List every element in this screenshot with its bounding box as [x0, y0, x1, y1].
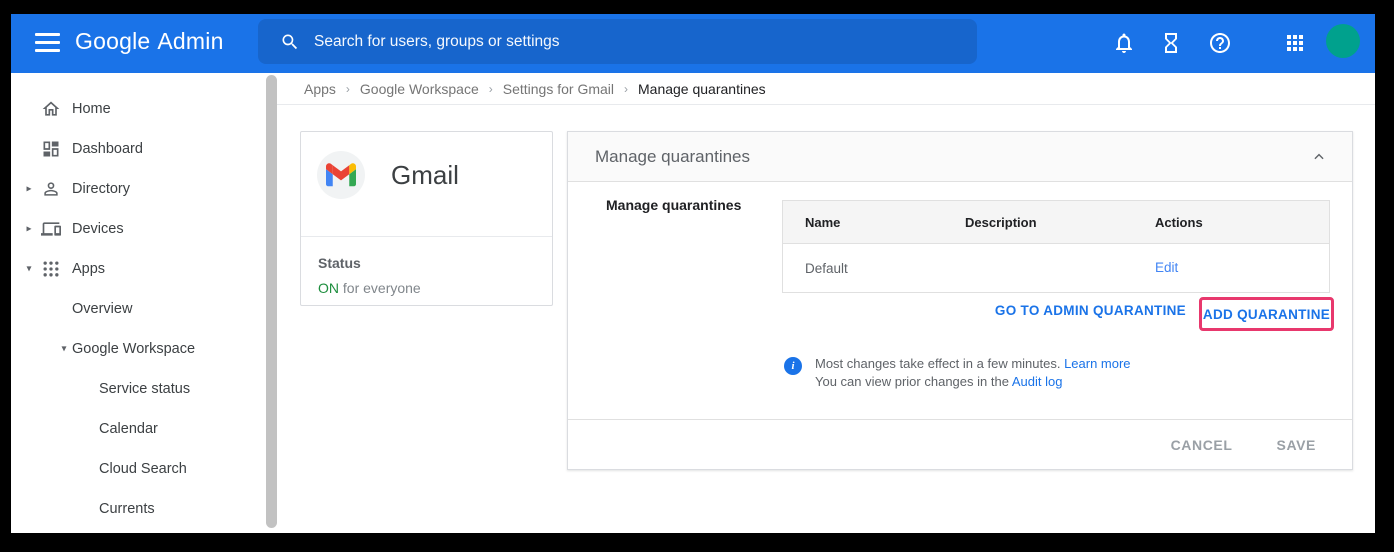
search-icon [280, 32, 300, 52]
status-on-badge: ON [318, 280, 339, 296]
sidebar-nav: Home Dashboard ▸ Directory ▸ Devices ▾ A… [11, 73, 277, 533]
sidebar-item-label: Apps [72, 261, 105, 277]
sidebar-item-label: Overview [72, 301, 132, 317]
info-text: Most changes take effect in a few minute… [815, 355, 1131, 390]
top-app-bar: Google Admin [11, 14, 1375, 73]
info-line2-text: You can view prior changes in the [815, 374, 1012, 389]
edit-link[interactable]: Edit [1155, 260, 1178, 275]
sidebar-item-apps[interactable]: ▾ Apps [11, 249, 277, 289]
apps-grid-icon[interactable] [1283, 31, 1307, 55]
column-header-description: Description [965, 215, 1155, 230]
sidebar-item-overview[interactable]: Overview [11, 289, 277, 329]
info-line-1: Most changes take effect in a few minute… [815, 355, 1131, 373]
gmail-card-header: Gmail [301, 132, 552, 237]
sidebar-item-home[interactable]: Home [11, 89, 277, 129]
home-icon [41, 99, 61, 119]
gmail-status-card: Gmail Status ON for everyone [300, 131, 553, 306]
status-label: Status [318, 255, 535, 271]
cancel-button[interactable]: CANCEL [1171, 437, 1233, 453]
tasks-hourglass-icon[interactable] [1159, 31, 1183, 55]
admin-console-window: Google Admin Home Dashboard ▸ [11, 14, 1375, 533]
quarantines-table: Name Description Actions Default Edit [782, 200, 1330, 293]
breadcrumb-google-workspace[interactable]: Google Workspace [360, 81, 479, 97]
annotation-highlight-box: ADD QUARANTINE [1199, 297, 1334, 331]
sidebar-item-google-workspace[interactable]: ▾ Google Workspace [11, 329, 277, 369]
sidebar-item-label: Directory [72, 181, 130, 197]
expand-down-icon: ▾ [23, 264, 35, 275]
sidebar-item-label: Calendar [99, 421, 158, 437]
main-content: Apps › Google Workspace › Settings for G… [277, 73, 1375, 533]
breadcrumb-settings-for-gmail[interactable]: Settings for Gmail [503, 81, 614, 97]
help-icon[interactable] [1208, 31, 1232, 55]
breadcrumb: Apps › Google Workspace › Settings for G… [277, 73, 1375, 105]
gmail-card-title: Gmail [391, 160, 459, 191]
manage-quarantines-panel: Manage quarantines Manage quarantines Na… [567, 131, 1353, 470]
google-admin-logo: Google Admin [75, 28, 224, 55]
sidebar-item-label: Service status [99, 381, 190, 397]
chevron-right-icon: › [624, 82, 628, 96]
gmail-logo-icon [317, 151, 365, 199]
sidebar-scrollbar[interactable] [266, 75, 277, 528]
sidebar-item-label: Cloud Search [99, 461, 187, 477]
info-note: i Most changes take effect in a few minu… [784, 355, 1131, 390]
info-line1-text: Most changes take effect in a few minute… [815, 356, 1064, 371]
sidebar-item-currents[interactable]: Currents [11, 489, 277, 529]
status-scope: for everyone [339, 280, 421, 296]
search-input[interactable] [314, 33, 977, 51]
sidebar-item-label: Home [72, 101, 111, 117]
screenshot-frame: Google Admin Home Dashboard ▸ [0, 0, 1394, 552]
sidebar-item-dashboard[interactable]: Dashboard [11, 129, 277, 169]
panel-header[interactable]: Manage quarantines [568, 132, 1352, 182]
account-avatar[interactable] [1326, 24, 1360, 58]
sidebar-item-cloud-search[interactable]: Cloud Search [11, 449, 277, 489]
column-header-name: Name [805, 215, 965, 230]
go-to-admin-quarantine-button[interactable]: GO TO ADMIN QUARANTINE [995, 303, 1186, 318]
table-header-row: Name Description Actions [783, 201, 1329, 244]
logo-admin-text: Admin [157, 28, 223, 54]
devices-icon [41, 219, 61, 239]
expand-right-icon: ▸ [23, 224, 35, 235]
chevron-up-icon[interactable] [1312, 150, 1326, 164]
person-icon [41, 179, 61, 199]
column-header-actions: Actions [1155, 215, 1329, 230]
sidebar-item-label: Dashboard [72, 141, 143, 157]
gmail-card-status-section: Status ON for everyone [301, 237, 552, 296]
sidebar-item-devices[interactable]: ▸ Devices [11, 209, 277, 249]
expand-down-icon: ▾ [58, 344, 70, 355]
add-quarantine-button[interactable]: ADD QUARANTINE [1203, 307, 1330, 322]
sidebar-item-label: Google Workspace [72, 341, 195, 357]
panel-footer: CANCEL SAVE [568, 419, 1352, 469]
dashboard-icon [41, 139, 61, 159]
menu-icon[interactable] [35, 33, 60, 53]
logo-google-text: Google [75, 28, 150, 54]
sidebar-item-label: Devices [72, 221, 124, 237]
breadcrumb-current: Manage quarantines [638, 81, 766, 97]
status-value: ON for everyone [318, 280, 535, 296]
apps-icon [41, 259, 61, 279]
panel-body: Manage quarantines Name Description Acti… [568, 182, 1352, 419]
audit-log-link[interactable]: Audit log [1012, 374, 1063, 389]
sidebar-item-calendar[interactable]: Calendar [11, 409, 277, 449]
info-line-2: You can view prior changes in the Audit … [815, 373, 1131, 391]
sidebar-item-directory[interactable]: ▸ Directory [11, 169, 277, 209]
learn-more-link[interactable]: Learn more [1064, 356, 1130, 371]
info-icon: i [784, 357, 802, 375]
chevron-right-icon: › [489, 82, 493, 96]
chevron-right-icon: › [346, 82, 350, 96]
section-label: Manage quarantines [606, 197, 741, 213]
breadcrumb-apps[interactable]: Apps [304, 81, 336, 97]
expand-right-icon: ▸ [23, 184, 35, 195]
quarantine-name-cell: Default [805, 261, 965, 276]
sidebar-item-service-status[interactable]: Service status [11, 369, 277, 409]
notifications-bell-icon[interactable] [1112, 31, 1136, 55]
search-bar[interactable] [258, 19, 977, 64]
save-button[interactable]: SAVE [1277, 437, 1317, 453]
sidebar-item-label: Currents [99, 501, 155, 517]
panel-title: Manage quarantines [595, 147, 750, 167]
table-row: Default Edit [783, 244, 1329, 292]
